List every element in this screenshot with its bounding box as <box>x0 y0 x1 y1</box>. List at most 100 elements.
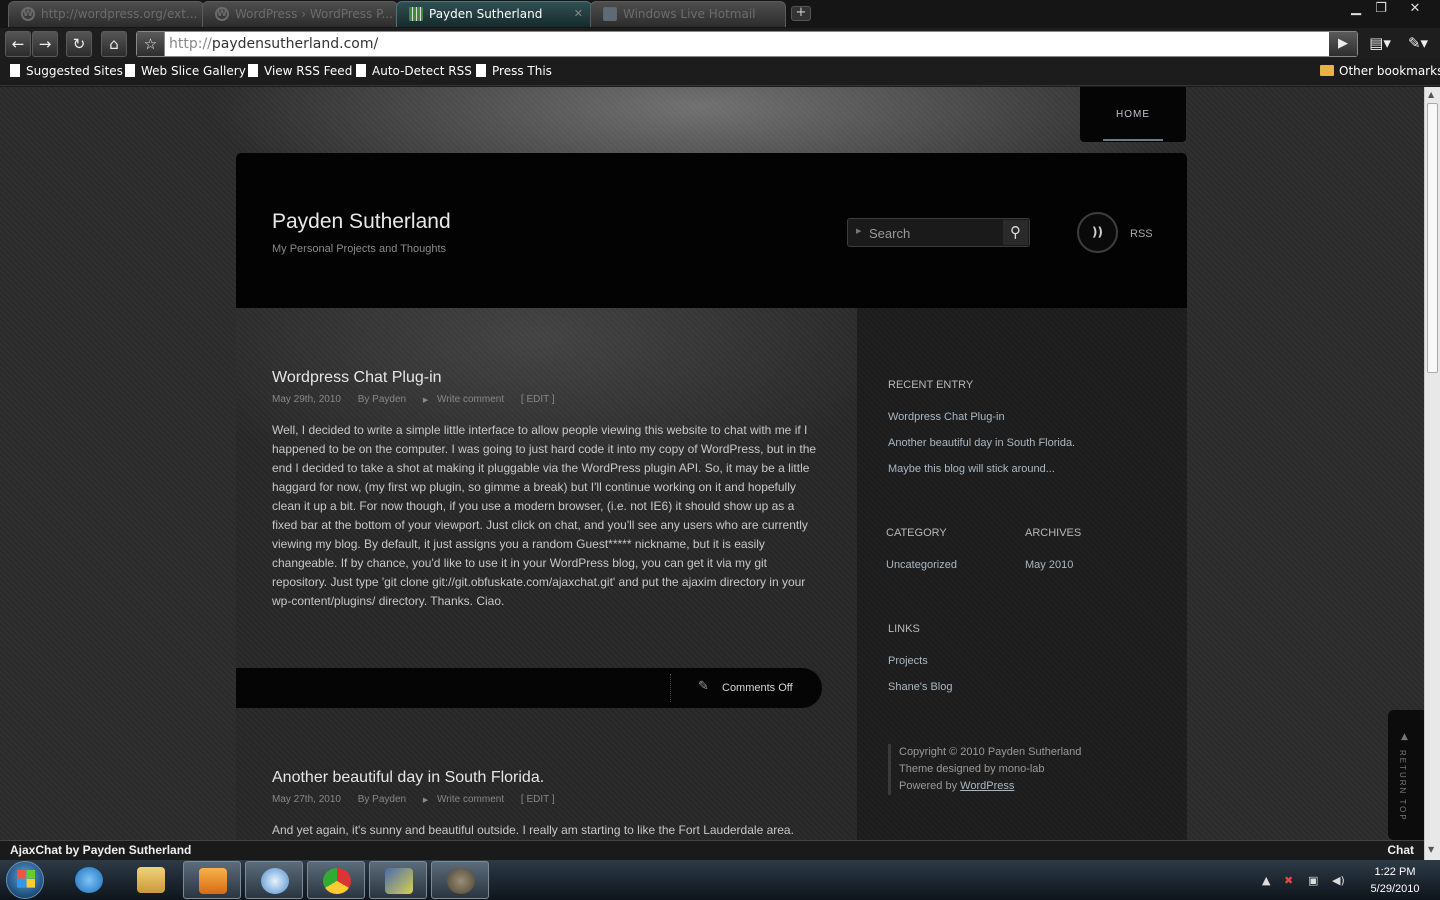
tab-title: http://wordpress.org/ext... <box>41 7 198 21</box>
write-comment-link[interactable]: Write comment <box>437 794 504 805</box>
taskbar-network[interactable] <box>369 861 427 899</box>
other-bookmarks-folder[interactable]: Other bookmarks <box>1320 64 1440 78</box>
home-icon[interactable]: ⌂ <box>101 31 127 57</box>
url-text[interactable]: http://paydensutherland.com/ <box>169 36 378 52</box>
rss-label[interactable]: RSS <box>1130 228 1153 240</box>
return-top-button[interactable]: ▲ RETURN TOP <box>1388 710 1424 840</box>
search-icon[interactable]: ⚲ <box>1003 220 1028 245</box>
forward-icon[interactable]: → <box>32 31 58 57</box>
recent-entry-link[interactable]: Maybe this blog will stick around... <box>888 463 1055 475</box>
taskbar-explorer[interactable] <box>122 861 180 899</box>
network-error-icon[interactable]: ✖ <box>1284 874 1293 887</box>
wrench-menu-icon[interactable]: ✎▾ <box>1400 31 1436 57</box>
go-icon[interactable]: ▶ <box>1329 32 1357 56</box>
page-icon <box>356 64 366 77</box>
bookmark-auto-detect-rss[interactable]: Auto-Detect RSS <box>356 64 472 78</box>
clock-date[interactable]: 5/29/2010 <box>1360 883 1430 895</box>
scroll-up-icon[interactable]: ▲ <box>1428 90 1434 99</box>
grid-favicon-icon <box>409 7 423 21</box>
tab-hotmail[interactable]: Windows Live Hotmail <box>590 1 786 27</box>
bookmark-press-this[interactable]: Press This <box>476 64 552 78</box>
page-menu-icon[interactable]: ▤▾ <box>1364 31 1396 57</box>
post-meta: May 29th, 2010 By Payden ▶ Write comment… <box>272 394 569 405</box>
new-tab-button[interactable]: + <box>791 6 811 21</box>
chat-button[interactable]: Chat <box>1387 843 1414 857</box>
blogroll-link[interactable]: Shane's Blog <box>888 681 952 693</box>
close-tab-icon[interactable]: ✕ <box>574 2 583 26</box>
wordpress-link[interactable]: WordPress <box>960 780 1014 792</box>
bookmark-label: Other bookmarks <box>1339 64 1440 78</box>
back-icon[interactable]: ← <box>5 31 31 57</box>
display-icon[interactable]: ▣ <box>1308 874 1318 887</box>
bookmark-label: Suggested Sites <box>26 64 123 78</box>
up-arrow-icon: ▲ <box>1401 732 1408 742</box>
recent-entry-link[interactable]: Another beautiful day in South Florida. <box>888 437 1075 449</box>
show-hidden-icons-icon[interactable]: ▲ <box>1262 874 1270 887</box>
nav-home[interactable]: HOME <box>1080 87 1186 142</box>
site-header: Payden Sutherland My Personal Projects a… <box>236 153 1187 308</box>
blogroll-link[interactable]: Projects <box>888 655 928 667</box>
archive-link[interactable]: May 2010 <box>1025 559 1073 571</box>
post-meta: May 27th, 2010 By Payden ▶ Write comment… <box>272 794 569 805</box>
post-author[interactable]: By Payden <box>358 394 406 405</box>
bookmark-label: Web Slice Gallery <box>141 64 246 78</box>
tab-payden-sutherland[interactable]: Payden Sutherland ✕ <box>396 1 592 27</box>
taskbar-itunes[interactable] <box>245 861 303 899</box>
taskbar-ie[interactable] <box>60 861 118 899</box>
post-author[interactable]: By Payden <box>358 794 406 805</box>
comment-edit-icon: ✎ <box>698 679 709 694</box>
comments-status: Comments Off <box>722 682 793 694</box>
scroll-down-icon[interactable]: ▼ <box>1428 845 1434 854</box>
search-box: ▶ Search ⚲ <box>847 218 1030 247</box>
bookmark-star-icon[interactable]: ☆ <box>137 32 165 56</box>
gimp-icon <box>447 868 475 894</box>
page-icon <box>476 64 486 77</box>
tab-wordpress-ext[interactable]: W http://wordpress.org/ext... <box>8 1 204 27</box>
post-title[interactable]: Another beautiful day in South Florida. <box>272 769 544 787</box>
taskbar-chrome[interactable] <box>307 861 365 899</box>
folder-icon <box>137 867 165 893</box>
post-title[interactable]: Wordpress Chat Plug-in <box>272 369 442 387</box>
minimize-icon[interactable]: ▁ <box>1343 0 1369 20</box>
page-viewport: HOME Payden Sutherland My Personal Proje… <box>0 87 1424 840</box>
write-comment-link[interactable]: Write comment <box>437 394 504 405</box>
restore-icon[interactable]: ❐ <box>1368 0 1394 20</box>
edit-link[interactable]: [ EDIT ] <box>521 394 555 405</box>
taskbar-media-player[interactable] <box>183 861 241 899</box>
site-tagline: My Personal Projects and Thoughts <box>272 243 447 255</box>
post-footer-bar: ✎ Comments Off <box>236 668 822 708</box>
archives-heading: ARCHIVES <box>1025 527 1082 539</box>
tab-title: WordPress › WordPress P... <box>235 7 393 21</box>
scrollbar-thumb[interactable] <box>1427 103 1438 373</box>
category-link[interactable]: Uncategorized <box>886 559 957 571</box>
bookmarks-bar: Suggested Sites Web Slice Gallery View R… <box>0 59 1440 86</box>
windows-logo-icon <box>17 870 35 888</box>
post-date: May 29th, 2010 <box>272 394 341 405</box>
search-input[interactable]: Search <box>869 226 910 241</box>
recent-entry-link[interactable]: Wordpress Chat Plug-in <box>888 411 1005 423</box>
clock-time[interactable]: 1:22 PM <box>1360 866 1430 878</box>
url-protocol: http:// <box>169 36 212 52</box>
network-icon <box>385 868 413 894</box>
close-window-icon[interactable]: ✕ <box>1400 0 1430 20</box>
taskbar-gimp[interactable] <box>431 861 489 899</box>
links-heading: LINKS <box>888 623 920 635</box>
edit-link[interactable]: [ EDIT ] <box>521 794 555 805</box>
reload-icon[interactable]: ↻ <box>66 31 92 57</box>
powered-by-prefix: Powered by <box>899 780 961 792</box>
post-date: May 27th, 2010 <box>272 794 341 805</box>
tab-wordpress-plugins[interactable]: W WordPress › WordPress P... <box>202 1 398 27</box>
navigation-toolbar: ← → ↻ ⌂ ☆ http://paydensutherland.com/ ▶… <box>0 28 1440 59</box>
volume-icon[interactable]: ◀) <box>1332 874 1345 887</box>
bookmark-web-slice-gallery[interactable]: Web Slice Gallery <box>125 64 246 78</box>
theme-credit: Theme designed by mono-lab <box>899 763 1045 775</box>
rss-button[interactable]: )) <box>1077 212 1118 253</box>
ajax-chat-bar: AjaxChat by Payden Sutherland Chat <box>0 840 1424 860</box>
site-title[interactable]: Payden Sutherland <box>272 210 451 234</box>
bookmark-view-rss-feed[interactable]: View RSS Feed <box>248 64 352 78</box>
address-bar[interactable]: ☆ http://paydensutherland.com/ ▶ <box>136 31 1358 57</box>
start-button[interactable] <box>6 861 44 899</box>
internet-explorer-icon <box>75 867 103 893</box>
bookmark-suggested-sites[interactable]: Suggested Sites <box>10 64 123 78</box>
vertical-scrollbar[interactable]: ▲ ▼ <box>1424 87 1440 860</box>
